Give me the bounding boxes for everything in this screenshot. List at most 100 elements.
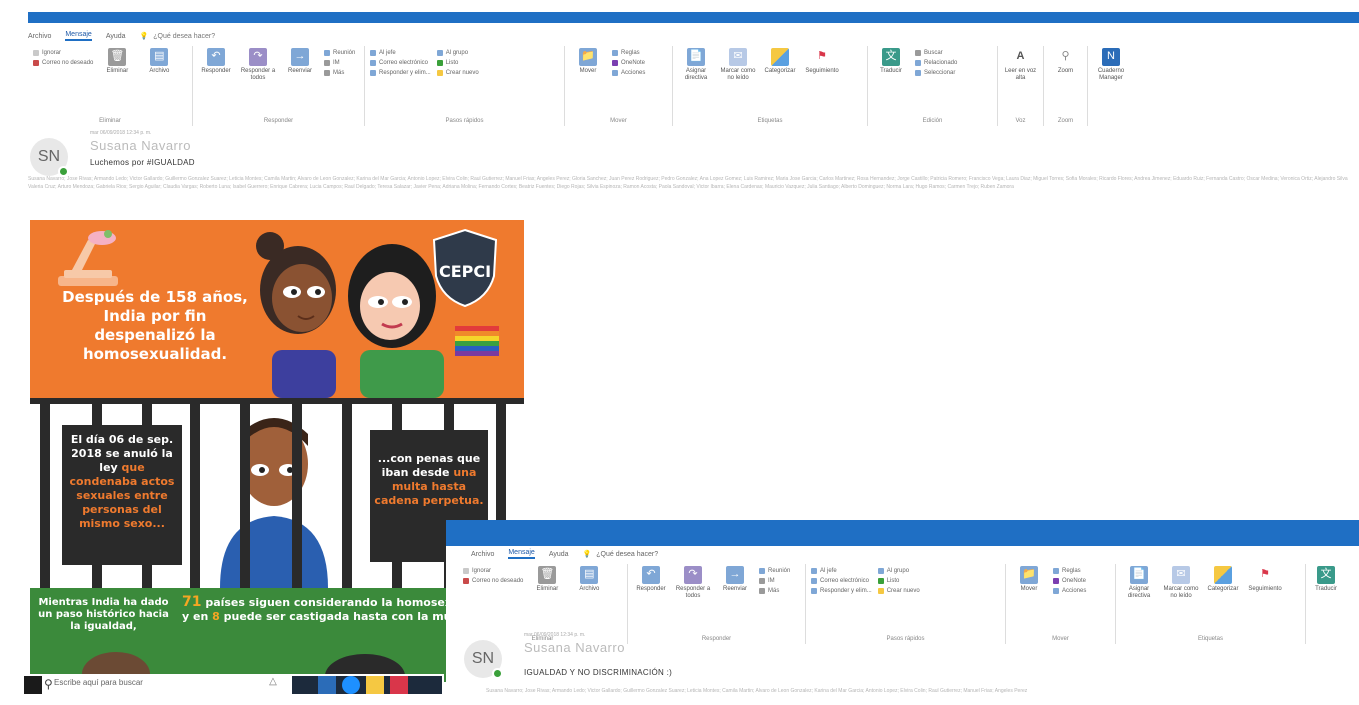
presence-icon: [492, 668, 503, 679]
quickstep-item[interactable]: Al grupo: [877, 568, 920, 574]
recipients-list[interactable]: Susana Navarro; Jose Rivas; Armando Ledo…: [486, 688, 1346, 694]
ignore-icon: [33, 50, 39, 56]
reply-all-button[interactable]: ↷ Responder a todos: [240, 48, 276, 124]
search-icon[interactable]: ⚲: [44, 677, 53, 691]
windows-start-icon[interactable]: [24, 676, 42, 694]
forward-button[interactable]: → Reenviar: [282, 48, 318, 124]
edge-taskbar-icon[interactable]: [342, 676, 360, 694]
avatar[interactable]: SN: [464, 640, 503, 679]
quickstep-item[interactable]: Al grupo: [436, 50, 479, 56]
title-bar: [28, 12, 1359, 23]
categorize-button[interactable]: Categorizar: [762, 48, 798, 124]
junk-icon: [33, 60, 39, 66]
reply-button[interactable]: ↶ Responder: [633, 566, 669, 642]
mark-unread-button[interactable]: ✉ Marcar como no leído: [720, 48, 756, 124]
tab-ayuda[interactable]: Ayuda: [106, 33, 126, 40]
avatar[interactable]: SN: [30, 138, 69, 177]
actions-button[interactable]: Acciones: [612, 70, 645, 76]
junk-icon: [463, 578, 469, 584]
archive-button[interactable]: ▤ Archivo: [141, 48, 177, 124]
reply-all-button[interactable]: ↷ Responder a todos: [675, 566, 711, 642]
explorer-taskbar-icon[interactable]: [366, 676, 384, 694]
junk-button[interactable]: Correo no deseado: [463, 578, 523, 584]
quickstep-item[interactable]: Responder y elim...: [811, 588, 872, 594]
tab-ayuda[interactable]: Ayuda: [549, 551, 569, 558]
zoom-button[interactable]: ⚲ Zoom: [1049, 48, 1082, 124]
move-button[interactable]: 📁 Mover: [1011, 566, 1047, 642]
quickstep-item[interactable]: Crear nuevo: [877, 588, 920, 594]
outlook-taskbar-icon[interactable]: [318, 676, 336, 694]
sender-name[interactable]: Susana Navarro: [90, 138, 191, 153]
archive-button[interactable]: ▤ Archivo: [571, 566, 607, 642]
onenote-button[interactable]: OneNote: [612, 60, 645, 66]
notebook-icon: N: [1102, 48, 1120, 66]
quickstep-item[interactable]: Correo electrónico: [370, 60, 431, 66]
followup-button[interactable]: ⚑ Seguimiento: [1247, 566, 1283, 642]
quickstep-item[interactable]: Responder y elim...: [370, 70, 431, 76]
actions-button[interactable]: Acciones: [1053, 588, 1086, 594]
move-button[interactable]: 📁 Mover: [570, 48, 606, 124]
categorize-icon: [1214, 566, 1232, 584]
group-label-responder: Responder: [263, 118, 294, 124]
im-button[interactable]: IM: [759, 578, 790, 584]
taskbar: ⚲ Escribe aquí para buscar △: [24, 674, 444, 696]
lightbulb-icon: 💡: [582, 551, 592, 558]
ignore-icon: [463, 568, 469, 574]
quickstep-item[interactable]: Listo: [436, 60, 479, 66]
im-button[interactable]: IM: [324, 60, 355, 66]
select-button[interactable]: Seleccionar: [915, 70, 957, 76]
ignore-button[interactable]: Ignorar: [33, 50, 93, 56]
group-label-eliminar: Eliminar: [99, 118, 121, 124]
group-label-edicion: Edición: [922, 118, 943, 124]
forward-button[interactable]: → Reenviar: [717, 566, 753, 642]
mark-unread-button[interactable]: ✉ Marcar como no leído: [1163, 566, 1199, 642]
reply-icon: ↶: [207, 48, 225, 66]
tab-mensaje[interactable]: Mensaje: [65, 31, 92, 41]
more-button[interactable]: Más: [759, 588, 790, 594]
group-responder: ↶ Responder ↷ Responder a todos → Reenvi…: [193, 46, 365, 126]
tell-me-label: ¿Qué desea hacer?: [596, 550, 659, 558]
tab-archivo[interactable]: Archivo: [471, 551, 494, 558]
notebook-manager-button[interactable]: N Cuaderno Manager: [1093, 48, 1129, 124]
onenote-icon: [612, 60, 618, 66]
delete-button[interactable]: 🗑 Eliminar: [529, 566, 565, 642]
related-button[interactable]: Relacionado: [915, 60, 957, 66]
group-label-pasos-rapidos: Pasos rápidos: [886, 636, 925, 642]
group-label-mover: Mover: [1052, 636, 1069, 642]
quickstep-item[interactable]: Crear nuevo: [436, 70, 479, 76]
more-button[interactable]: Más: [324, 70, 355, 76]
onenote-button[interactable]: OneNote: [1053, 578, 1086, 584]
tell-me-box[interactable]: 💡 ¿Qué desea hacer?: [582, 550, 659, 559]
rules-button[interactable]: Reglas: [1053, 568, 1086, 574]
sender-name[interactable]: Susana Navarro: [524, 640, 625, 655]
meeting-button[interactable]: Reunión: [759, 568, 790, 574]
tab-archivo[interactable]: Archivo: [28, 33, 51, 40]
meeting-button[interactable]: Reunión: [324, 50, 355, 56]
quickstep-item[interactable]: Al jefe: [370, 50, 431, 56]
translate-button[interactable]: 文 Traducir: [1311, 566, 1341, 642]
ignore-button[interactable]: Ignorar: [463, 568, 523, 574]
group-pasos-rapidos: Al jefe Correo electrónico Responder y e…: [365, 46, 565, 126]
followup-button[interactable]: ⚑ Seguimiento: [804, 48, 840, 124]
reply-button[interactable]: ↶ Responder: [198, 48, 234, 124]
junk-button[interactable]: Correo no deseado: [33, 60, 93, 66]
recipients-list[interactable]: Susana Navarro; Jose Rivas; Armando Ledo…: [28, 175, 1348, 191]
tell-me-box[interactable]: 💡 ¿Qué desea hacer?: [140, 32, 216, 41]
tab-mensaje[interactable]: Mensaje: [508, 549, 535, 559]
assign-policy-button[interactable]: 📄 Asignar directiva: [1121, 566, 1157, 642]
taskbar-search-input[interactable]: Escribe aquí para buscar: [54, 678, 143, 687]
delete-button[interactable]: 🗑 Eliminar: [99, 48, 135, 124]
categorize-button[interactable]: Categorizar: [1205, 566, 1241, 642]
app-taskbar-icon[interactable]: [390, 676, 408, 694]
quickstep-item[interactable]: Listo: [877, 578, 920, 584]
rules-button[interactable]: Reglas: [612, 50, 645, 56]
quickstep-item[interactable]: Al jefe: [811, 568, 872, 574]
translate-button[interactable]: 文 Traducir: [873, 48, 909, 124]
assign-policy-button[interactable]: 📄 Asignar directiva: [678, 48, 714, 124]
find-button[interactable]: Buscar: [915, 50, 957, 56]
cursor-icon: [915, 70, 921, 76]
search-icon: [915, 50, 921, 56]
read-aloud-button[interactable]: A Leer en voz alta: [1003, 48, 1038, 124]
quickstep-item[interactable]: Correo electrónico: [811, 578, 872, 584]
taskview-icon[interactable]: △: [264, 676, 282, 694]
